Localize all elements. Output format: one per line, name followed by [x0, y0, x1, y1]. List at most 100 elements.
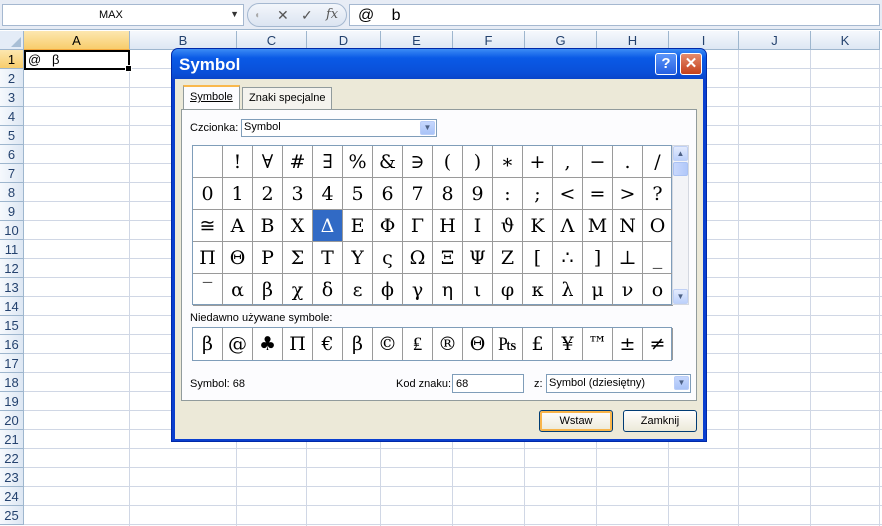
symbol-cell[interactable]: χ [283, 274, 313, 306]
column-header-k[interactable]: K [811, 31, 880, 50]
symbol-cell[interactable]: Σ [283, 242, 313, 274]
row-header-6[interactable]: 6 [0, 145, 24, 164]
symbol-cell[interactable]: 4 [313, 178, 343, 210]
symbol-cell[interactable]: Ρ [253, 242, 283, 274]
symbol-cell[interactable]: α [223, 274, 253, 306]
column-header-a[interactable]: A [24, 31, 130, 50]
chevron-down-icon[interactable]: ▼ [674, 376, 689, 390]
cancel-icon[interactable]: ✕ [277, 7, 289, 24]
insert-function-icon[interactable]: fx [326, 7, 338, 22]
symbol-cell[interactable]: > [613, 178, 643, 210]
row-header-1[interactable]: 1 [0, 50, 24, 69]
symbol-cell[interactable]: ≅ [193, 210, 223, 242]
symbol-cell[interactable]: ∀ [253, 146, 283, 178]
symbol-cell[interactable]: . [613, 146, 643, 178]
symbol-cell[interactable]: ! [223, 146, 253, 178]
symbol-cell[interactable]: − [583, 146, 613, 178]
select-all-corner[interactable] [0, 31, 24, 50]
recent-symbol[interactable]: ♣ [253, 328, 283, 360]
symbol-cell[interactable]: Ζ [493, 242, 523, 274]
symbol-cell[interactable]: Π [193, 242, 223, 274]
symbol-cell[interactable]: = [583, 178, 613, 210]
symbol-cell[interactable]: ο [643, 274, 673, 306]
symbol-cell[interactable]: Β [253, 210, 283, 242]
symbol-cell[interactable]: 5 [343, 178, 373, 210]
row-header-3[interactable]: 3 [0, 88, 24, 107]
formula-input[interactable]: @ b [349, 4, 880, 26]
recent-symbol[interactable]: ₧ [493, 328, 523, 360]
symbol-cell[interactable]: β [253, 274, 283, 306]
chevron-down-icon[interactable]: ▼ [420, 121, 435, 135]
symbol-cell[interactable]: , [553, 146, 583, 178]
symbol-cell[interactable]: Κ [523, 210, 553, 242]
row-header-17[interactable]: 17 [0, 354, 24, 373]
symbol-cell[interactable]: ∗ [493, 146, 523, 178]
row-header-4[interactable]: 4 [0, 107, 24, 126]
resize-handle-icon[interactable]: ◖ [254, 10, 260, 21]
symbol-cell[interactable]: & [373, 146, 403, 178]
symbol-cell[interactable]: Λ [553, 210, 583, 242]
row-header-10[interactable]: 10 [0, 221, 24, 240]
row-header-16[interactable]: 16 [0, 335, 24, 354]
tab-symbole[interactable]: Symbole [183, 85, 240, 109]
symbol-cell[interactable]: Ο [643, 210, 673, 242]
symbol-cell[interactable]: ∴ [553, 242, 583, 274]
recent-symbol[interactable]: β [193, 328, 223, 360]
row-header-22[interactable]: 22 [0, 449, 24, 468]
recent-symbol[interactable]: ± [613, 328, 643, 360]
row-header-14[interactable]: 14 [0, 297, 24, 316]
row-header-23[interactable]: 23 [0, 468, 24, 487]
row-header-2[interactable]: 2 [0, 69, 24, 88]
symbol-cell[interactable]: 8 [433, 178, 463, 210]
recent-symbol[interactable]: ¥ [553, 328, 583, 360]
symbol-cell[interactable]: ( [433, 146, 463, 178]
row-header-13[interactable]: 13 [0, 278, 24, 297]
symbol-cell[interactable]: φ [493, 274, 523, 306]
symbol-cell[interactable]: 3 [283, 178, 313, 210]
symbol-cell[interactable]: κ [523, 274, 553, 306]
symbol-cell[interactable]: Υ [343, 242, 373, 274]
symbol-cell[interactable]: < [553, 178, 583, 210]
recent-symbol[interactable]: © [373, 328, 403, 360]
dialog-titlebar[interactable]: Symbol ? ✕ [172, 49, 706, 79]
name-box[interactable]: MAX ▼ [2, 4, 244, 26]
symbol-cell[interactable]: Η [433, 210, 463, 242]
row-header-25[interactable]: 25 [0, 506, 24, 525]
row-header-15[interactable]: 15 [0, 316, 24, 335]
symbol-cell[interactable]: Ξ [433, 242, 463, 274]
row-header-19[interactable]: 19 [0, 392, 24, 411]
symbol-cell[interactable]: / [643, 146, 673, 178]
tab-znaki-specjalne[interactable]: Znaki specjalne [242, 87, 333, 109]
symbol-cell[interactable]: Ε [343, 210, 373, 242]
active-cell-a1[interactable]: @ β [24, 50, 132, 72]
name-box-dropdown-icon[interactable]: ▼ [230, 9, 239, 19]
help-button[interactable]: ? [655, 53, 677, 75]
symbol-cell[interactable]: % [343, 146, 373, 178]
symbol-cell[interactable]: Τ [313, 242, 343, 274]
row-header-8[interactable]: 8 [0, 183, 24, 202]
symbol-cell[interactable]: Δ [313, 210, 343, 242]
enter-icon[interactable]: ✓ [301, 7, 313, 24]
symbol-cell[interactable]: 2 [253, 178, 283, 210]
symbol-cell[interactable]: 1 [223, 178, 253, 210]
column-header-j[interactable]: J [739, 31, 811, 50]
recent-symbol[interactable]: € [313, 328, 343, 360]
symbol-cell[interactable]: ∋ [403, 146, 433, 178]
symbol-cell[interactable]: Ι [463, 210, 493, 242]
row-header-5[interactable]: 5 [0, 126, 24, 145]
row-header-7[interactable]: 7 [0, 164, 24, 183]
symbol-cell[interactable]: ε [343, 274, 373, 306]
symbol-cell[interactable]: 6 [373, 178, 403, 210]
symbol-cell[interactable]: 7 [403, 178, 433, 210]
row-header-21[interactable]: 21 [0, 430, 24, 449]
symbol-cell[interactable]: ) [463, 146, 493, 178]
symbol-cell[interactable]: _ [643, 242, 673, 274]
symbol-cell[interactable]: δ [313, 274, 343, 306]
symbol-cell[interactable]: Χ [283, 210, 313, 242]
recent-symbol[interactable]: £ [523, 328, 553, 360]
symbol-cell[interactable]: λ [553, 274, 583, 306]
symbol-cell[interactable]: Ψ [463, 242, 493, 274]
symbol-cell[interactable] [193, 146, 223, 178]
symbol-cell[interactable]: + [523, 146, 553, 178]
symbol-cell[interactable]: ; [523, 178, 553, 210]
